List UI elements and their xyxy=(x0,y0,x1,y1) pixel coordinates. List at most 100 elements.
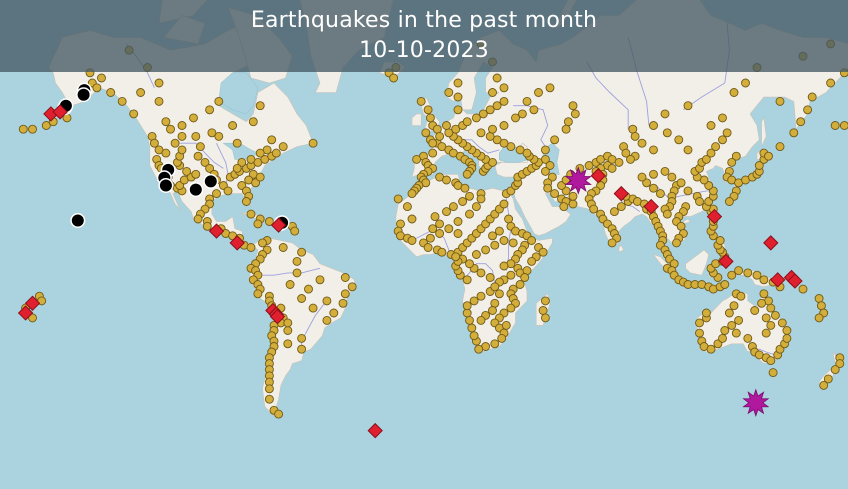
quake-marker-minor[interactable] xyxy=(258,238,267,248)
quake-marker-minor[interactable] xyxy=(727,270,737,280)
quake-marker-minor[interactable] xyxy=(766,320,776,330)
quake-marker-minor[interactable] xyxy=(706,121,716,130)
quake-marker-minor[interactable] xyxy=(757,298,767,308)
quake-marker-minor[interactable] xyxy=(212,189,221,199)
quake-marker-minor[interactable] xyxy=(106,88,116,97)
quake-marker-minor[interactable] xyxy=(389,73,399,83)
earthquake-map[interactable] xyxy=(0,0,848,489)
quake-marker-minor[interactable] xyxy=(695,197,704,206)
quake-marker-minor[interactable] xyxy=(517,109,527,119)
quake-marker-minor[interactable] xyxy=(540,296,550,306)
quake-marker-minor[interactable] xyxy=(729,88,739,97)
quake-marker-minor[interactable] xyxy=(506,270,516,280)
quake-marker-minor[interactable] xyxy=(485,273,495,282)
quake-marker-minor[interactable] xyxy=(453,78,463,88)
quake-marker-minor[interactable] xyxy=(458,197,468,206)
quake-marker-minor[interactable] xyxy=(453,92,463,102)
quake-marker-minor[interactable] xyxy=(499,96,509,106)
quake-marker-minor[interactable] xyxy=(246,243,256,252)
quake-marker-minor[interactable] xyxy=(193,151,203,161)
quake-marker-minor[interactable] xyxy=(425,113,435,123)
quake-marker-minor[interactable] xyxy=(508,238,518,248)
quake-marker-minor[interactable] xyxy=(283,318,293,328)
quake-marker-minor[interactable] xyxy=(676,178,686,188)
quake-marker-minor[interactable] xyxy=(494,289,504,299)
quake-marker-minor[interactable] xyxy=(255,101,265,111)
quake-marker-minor[interactable] xyxy=(830,365,840,375)
quake-marker-minor[interactable] xyxy=(264,394,274,404)
quake-marker-minor[interactable] xyxy=(467,323,477,333)
quake-marker-minor[interactable] xyxy=(154,78,164,88)
quake-marker-minor[interactable] xyxy=(550,189,560,199)
quake-marker-minor[interactable] xyxy=(589,204,599,214)
quake-marker-minor[interactable] xyxy=(416,96,426,106)
map-canvas[interactable] xyxy=(0,0,848,489)
quake-marker-minor[interactable] xyxy=(465,259,474,269)
quake-marker-minor[interactable] xyxy=(193,214,203,224)
quake-marker-minor[interactable] xyxy=(278,142,288,152)
quake-marker-minor[interactable] xyxy=(660,109,670,119)
quake-marker-minor[interactable] xyxy=(515,280,525,289)
quake-marker-minor[interactable] xyxy=(283,339,293,349)
quake-marker-minor[interactable] xyxy=(255,148,265,158)
quake-marker-minor[interactable] xyxy=(423,243,433,252)
quake-marker-minor[interactable] xyxy=(267,135,277,145)
quake-marker-minor[interactable] xyxy=(18,124,28,134)
quake-marker-minor[interactable] xyxy=(170,138,180,148)
quake-marker-minor[interactable] xyxy=(308,138,318,148)
quake-marker-minor[interactable] xyxy=(724,197,734,206)
quake-marker-minor[interactable] xyxy=(616,202,626,212)
quake-marker-minor[interactable] xyxy=(274,409,284,419)
quake-marker-minor[interactable] xyxy=(630,131,640,141)
quake-marker-minor[interactable] xyxy=(322,315,332,325)
quake-marker-minor[interactable] xyxy=(649,169,658,179)
quake-marker-minor[interactable] xyxy=(798,284,808,294)
quake-marker-minor[interactable] xyxy=(430,212,440,222)
quake-marker-minor[interactable] xyxy=(743,268,753,278)
quake-marker-minor[interactable] xyxy=(462,117,472,127)
quake-marker-minor[interactable] xyxy=(718,135,727,145)
quake-marker-minor[interactable] xyxy=(241,197,251,206)
quake-marker-large[interactable] xyxy=(189,183,202,196)
quake-marker-minor[interactable] xyxy=(568,191,578,201)
quake-marker-minor[interactable] xyxy=(471,250,481,259)
quake-marker-minor[interactable] xyxy=(662,128,672,138)
quake-marker-minor[interactable] xyxy=(460,183,470,193)
quake-marker-minor[interactable] xyxy=(428,148,438,158)
quake-marker-minor[interactable] xyxy=(759,275,769,285)
quake-marker-minor[interactable] xyxy=(695,318,704,328)
quake-marker-minor[interactable] xyxy=(407,214,417,224)
quake-marker-minor[interactable] xyxy=(504,214,514,224)
quake-marker-minor[interactable] xyxy=(407,189,417,199)
quake-marker-minor[interactable] xyxy=(718,113,727,123)
quake-marker-minor[interactable] xyxy=(520,273,530,282)
quake-marker-minor[interactable] xyxy=(488,124,497,134)
quake-marker-minor[interactable] xyxy=(607,163,617,173)
quake-marker-minor[interactable] xyxy=(672,238,681,248)
quake-marker-minor[interactable] xyxy=(752,270,762,280)
quake-marker-minor[interactable] xyxy=(830,121,840,130)
quake-marker-minor[interactable] xyxy=(807,92,817,102)
quake-marker-minor[interactable] xyxy=(540,145,550,155)
quake-marker-minor[interactable] xyxy=(727,320,737,330)
quake-marker-minor[interactable] xyxy=(683,186,693,196)
quake-marker-minor[interactable] xyxy=(782,326,792,335)
quake-marker-minor[interactable] xyxy=(476,291,486,301)
quake-marker-minor[interactable] xyxy=(814,313,824,323)
quake-marker-minor[interactable] xyxy=(223,186,233,196)
quake-marker-minor[interactable] xyxy=(471,202,481,212)
quake-marker-minor[interactable] xyxy=(207,128,217,138)
quake-marker-minor[interactable] xyxy=(297,294,307,303)
quake-marker-minor[interactable] xyxy=(451,252,461,262)
quake-marker-minor[interactable] xyxy=(826,78,836,88)
quake-marker-minor[interactable] xyxy=(97,73,106,83)
quake-marker-minor[interactable] xyxy=(789,128,799,138)
quake-marker-minor[interactable] xyxy=(816,301,826,311)
quake-marker-minor[interactable] xyxy=(731,328,741,338)
quake-marker-minor[interactable] xyxy=(667,172,677,182)
quake-marker-minor[interactable] xyxy=(766,356,776,366)
quake-marker-minor[interactable] xyxy=(720,280,730,289)
quake-marker-minor[interactable] xyxy=(761,313,771,323)
quake-marker-minor[interactable] xyxy=(444,88,454,97)
quake-marker-minor[interactable] xyxy=(28,124,37,134)
